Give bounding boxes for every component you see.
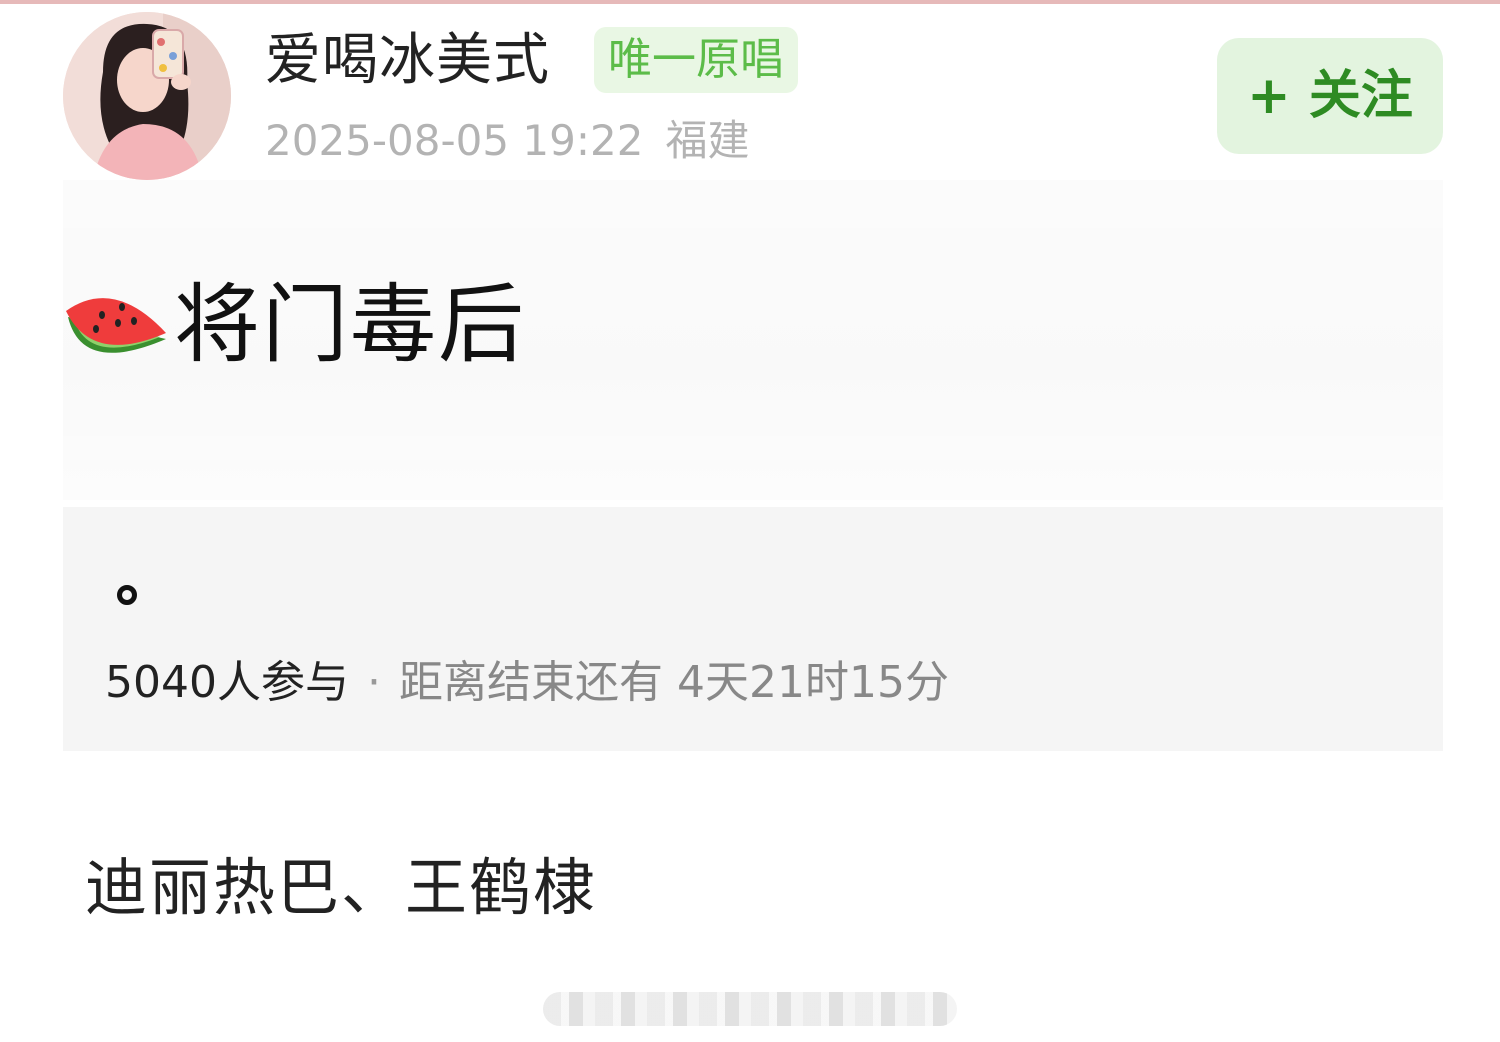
- poll-info: 5040人参与 · 距离结束还有 4天21时15分: [105, 655, 949, 711]
- watermelon-icon: [66, 298, 166, 353]
- poll-participants: 5040人参与: [105, 657, 349, 708]
- user-badge: 唯一原唱: [594, 27, 798, 93]
- poll-time-remaining: 距离结束还有 4天21时15分: [398, 657, 949, 708]
- post-location: 福建: [665, 116, 750, 165]
- blurred-content: [543, 992, 957, 1026]
- poll-option-mark[interactable]: [117, 585, 137, 605]
- poll-separator: ·: [366, 657, 381, 708]
- post-timestamp: 2025-08-05 19:22: [265, 116, 644, 165]
- top-divider: [0, 0, 1500, 4]
- username[interactable]: 爱喝冰美式: [265, 28, 550, 94]
- avatar-image: [63, 12, 231, 180]
- post-title: 将门毒后: [174, 275, 526, 375]
- post-title-row: 将门毒后: [62, 275, 526, 375]
- poll-card[interactable]: [63, 507, 1443, 751]
- follow-button[interactable]: + 关注: [1217, 38, 1443, 154]
- post-meta: 2025-08-05 19:22 福建: [265, 115, 750, 167]
- post-body: 迪丽热巴、王鹤棣: [85, 851, 598, 924]
- avatar[interactable]: [63, 12, 231, 180]
